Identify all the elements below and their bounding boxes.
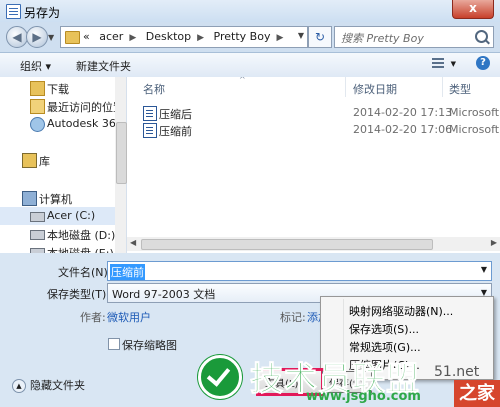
- drive-icon: [30, 212, 45, 222]
- sidebar-item-label: 下载: [47, 83, 69, 96]
- scroll-right-icon[interactable]: ▶: [491, 238, 497, 247]
- breadcrumb-desktop[interactable]: Desktop: [146, 30, 191, 43]
- author-field[interactable]: 微软用户: [107, 309, 151, 325]
- file-type: Microsoft: [449, 106, 500, 119]
- sidebar-item-label: 库: [39, 155, 50, 168]
- hide-folders-button[interactable]: ▲ 隐藏文件夹: [12, 377, 85, 393]
- file-list-horizontal-scrollbar[interactable]: ◀ ▶: [127, 237, 500, 251]
- sort-ascending-icon: ^: [239, 77, 246, 84]
- author-label: 作者:: [80, 311, 106, 324]
- filename-value: 压缩前: [110, 264, 145, 280]
- file-date: 2014-02-20 17:06: [353, 123, 453, 136]
- folder-icon: [65, 31, 80, 44]
- save-thumbnail-label: 保存缩略图: [122, 339, 177, 352]
- breadcrumb: « acer ▶ Desktop ▶ Pretty Boy ▶: [83, 30, 289, 43]
- sidebar-item-downloads[interactable]: 下载: [0, 79, 126, 97]
- library-icon: [22, 153, 37, 168]
- sidebar-item-label: 最近访问的位置: [47, 101, 124, 114]
- search-input[interactable]: 搜索 Pretty Boy: [334, 26, 494, 48]
- file-type: Microsoft: [449, 123, 500, 136]
- file-list: 名称 ^ 修改日期 类型 压缩后 2014-02-20 17:13 Micros…: [127, 77, 500, 253]
- download-folder-icon: [30, 81, 45, 96]
- breadcrumb-pretty-boy[interactable]: Pretty Boy: [214, 30, 271, 43]
- sidebar-item-label: Autodesk 360: [47, 117, 123, 130]
- chevron-right-icon[interactable]: ▶: [276, 33, 283, 43]
- sidebar-item-recent-places[interactable]: 最近访问的位置: [0, 97, 126, 115]
- sidebar-item-autodesk-360[interactable]: Autodesk 360: [0, 115, 126, 133]
- search-icon: [475, 30, 488, 43]
- refresh-icon: ↻: [314, 30, 326, 44]
- menu-item-save-options[interactable]: 保存选项(S)...: [349, 321, 419, 337]
- column-header-type[interactable]: 类型: [443, 77, 500, 97]
- column-header-date[interactable]: 修改日期: [346, 77, 442, 97]
- scroll-left-icon[interactable]: ◀: [130, 238, 136, 247]
- forward-arrow-icon: ▶: [32, 30, 42, 44]
- word-document-icon: [143, 106, 157, 121]
- save-thumbnail-checkbox[interactable]: [108, 338, 120, 350]
- sidebar-item-drive-d[interactable]: 本地磁盘 (D:): [0, 225, 126, 243]
- title-bar: 另存为 x: [0, 0, 500, 22]
- recent-locations-dropdown[interactable]: ▼: [48, 33, 54, 42]
- navigation-pane: 下载 最近访问的位置 Autodesk 360 库 计算机 Acer (C:) …: [0, 77, 127, 253]
- back-button[interactable]: ◀: [6, 26, 28, 48]
- back-arrow-icon: ◀: [12, 30, 22, 44]
- address-bar[interactable]: « acer ▶ Desktop ▶ Pretty Boy ▶ ▼: [60, 26, 308, 48]
- sidebar-item-drive-e[interactable]: 本地磁盘 (E:): [0, 243, 126, 253]
- sidebar-item-label: 计算机: [39, 193, 72, 206]
- file-name: 压缩后: [159, 108, 192, 121]
- drive-icon: [30, 230, 45, 240]
- breadcrumb-overflow[interactable]: «: [83, 30, 90, 43]
- computer-icon: [22, 191, 37, 206]
- sidebar-item-label: 本地磁盘 (E:): [47, 245, 114, 253]
- address-dropdown-icon[interactable]: ▼: [298, 31, 304, 40]
- chevron-down-icon[interactable]: ▼: [481, 265, 487, 274]
- watermark-home-badge: 之家: [454, 380, 500, 407]
- sidebar-item-libraries[interactable]: 库: [0, 151, 126, 169]
- sidebar-item-label: Acer (C:): [47, 209, 96, 222]
- command-toolbar: 组织 ▾ 新建文件夹 ▼ ?: [0, 52, 500, 78]
- word-document-icon: [6, 4, 21, 19]
- navigation-pane-scrollbar[interactable]: [115, 77, 127, 253]
- menu-item-map-network-drive[interactable]: 映射网络驱动器(N)...: [349, 303, 453, 319]
- window-title: 另存为: [24, 6, 61, 20]
- save-as-dialog: 另存为 x ◀ ▶ ▼ « acer ▶ Desktop ▶ Pretty Boy ▶…: [0, 0, 500, 407]
- tags-label: 标记:: [280, 311, 306, 324]
- sidebar-item-computer[interactable]: 计算机: [0, 189, 126, 207]
- sidebar-item-label: 本地磁盘 (D:): [47, 229, 116, 242]
- chevron-right-icon[interactable]: ▶: [129, 33, 136, 43]
- help-icon[interactable]: ?: [476, 56, 490, 70]
- organize-button[interactable]: 组织 ▾: [20, 58, 51, 74]
- view-options-icon[interactable]: [432, 58, 444, 68]
- chevron-up-icon: ▲: [12, 379, 26, 393]
- search-placeholder: 搜索 Pretty Boy: [341, 32, 424, 45]
- view-dropdown-icon[interactable]: ▼: [451, 60, 456, 68]
- filename-field[interactable]: 压缩前 ▼: [107, 261, 492, 281]
- checkmark-logo-icon: [198, 355, 242, 399]
- cloud-icon: [30, 117, 45, 132]
- column-header-name[interactable]: 名称 ^: [127, 77, 347, 97]
- filetype-value: Word 97-2003 文档: [112, 288, 216, 301]
- file-name: 压缩前: [159, 125, 192, 138]
- sidebar-item-drive-c[interactable]: Acer (C:): [0, 207, 126, 225]
- new-folder-button[interactable]: 新建文件夹: [76, 58, 131, 74]
- watermark-url: www.jsgho.com: [306, 389, 421, 404]
- file-date: 2014-02-20 17:13: [353, 106, 453, 119]
- hide-folders-label: 隐藏文件夹: [30, 379, 85, 392]
- table-row[interactable]: 压缩前 2014-02-20 17:06 Microsoft: [127, 122, 500, 138]
- table-row[interactable]: 压缩后 2014-02-20 17:13 Microsoft: [127, 105, 500, 121]
- refresh-button[interactable]: ↻: [308, 26, 332, 48]
- forward-button[interactable]: ▶: [26, 26, 48, 48]
- word-document-icon: [143, 123, 157, 138]
- filename-label: 文件名(N):: [58, 266, 112, 279]
- navigation-bar: ◀ ▶ ▼ « acer ▶ Desktop ▶ Pretty Boy ▶ ▼ ↻ 搜…: [0, 22, 500, 52]
- breadcrumb-acer[interactable]: acer: [99, 30, 123, 43]
- filetype-label: 保存类型(T):: [47, 288, 111, 301]
- chevron-right-icon[interactable]: ▶: [197, 33, 204, 43]
- scrollbar-thumb[interactable]: [116, 122, 127, 184]
- scrollbar-thumb[interactable]: [141, 239, 433, 250]
- watermark-corner-text: 51.net: [434, 364, 480, 380]
- recent-places-icon: [30, 99, 45, 114]
- close-button[interactable]: x: [452, 0, 494, 19]
